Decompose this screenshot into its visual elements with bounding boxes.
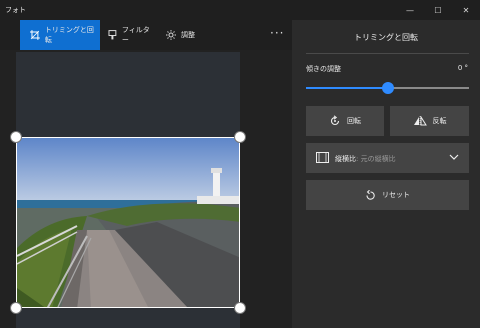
- aspect-ratio-icon: [316, 152, 329, 163]
- straighten-slider-thumb[interactable]: [382, 82, 394, 94]
- crop-handle-top-left[interactable]: [10, 131, 22, 143]
- tab-crop-rotate-label: トリミングと回転: [44, 26, 94, 44]
- maximize-button[interactable]: ☐: [424, 0, 452, 20]
- crop-handle-top-right[interactable]: [234, 131, 246, 143]
- filter-icon: [108, 30, 117, 40]
- straighten-slider[interactable]: [306, 82, 469, 94]
- photo-preview: [16, 137, 240, 308]
- close-button[interactable]: ✕: [452, 0, 480, 20]
- straighten-value: 0 °: [457, 64, 468, 72]
- flip-icon: [413, 116, 427, 126]
- tab-adjust-label: 調整: [181, 31, 195, 39]
- tab-adjust[interactable]: 調整: [166, 20, 202, 50]
- straighten-slider-fill: [306, 87, 388, 89]
- rotate-icon: [330, 115, 340, 126]
- chevron-down-icon: [449, 154, 459, 160]
- title-bar: フォト — ☐ ✕: [0, 0, 480, 20]
- photo-canvas: [0, 50, 292, 328]
- minimize-button[interactable]: —: [396, 0, 424, 20]
- tab-filter[interactable]: フィルター: [108, 20, 156, 50]
- app-title: フォト: [5, 6, 26, 14]
- crop-rotate-icon: [30, 30, 40, 40]
- edit-toolbar: トリミングと回転 フィルター 調整 ···: [0, 20, 292, 50]
- rotate-button[interactable]: 回転: [306, 106, 384, 136]
- adjust-sun-icon: [166, 30, 176, 40]
- coastal-boardwalk-image: [17, 138, 239, 307]
- reset-button[interactable]: リセット: [306, 180, 469, 210]
- aspect-ratio-value: : 元の縦横比: [356, 155, 396, 163]
- crop-handle-bottom-right[interactable]: [234, 302, 246, 314]
- aspect-ratio-text: 縦横比: 元の縦横比: [335, 154, 396, 164]
- tab-crop-rotate[interactable]: トリミングと回転: [20, 20, 100, 50]
- panel-title: トリミングと回転: [354, 33, 418, 42]
- aspect-ratio-label: 縦横比: [335, 155, 356, 163]
- crop-rotate-panel: トリミングと回転 傾きの調整 0 ° 回転 反転 縦横比: 元の縦横比 リセット: [292, 20, 480, 328]
- reset-icon: [366, 189, 375, 200]
- reset-label: リセット: [382, 191, 410, 199]
- crop-handle-bottom-left[interactable]: [10, 302, 22, 314]
- more-options-button[interactable]: ···: [270, 26, 284, 40]
- panel-divider: [306, 53, 469, 54]
- tab-filter-label: フィルター: [121, 26, 150, 44]
- flip-button[interactable]: 反転: [390, 106, 469, 136]
- aspect-ratio-dropdown[interactable]: 縦横比: 元の縦横比: [306, 143, 469, 173]
- rotate-label: 回転: [347, 117, 361, 125]
- flip-label: 反転: [432, 117, 447, 125]
- straighten-label: 傾きの調整: [306, 65, 341, 73]
